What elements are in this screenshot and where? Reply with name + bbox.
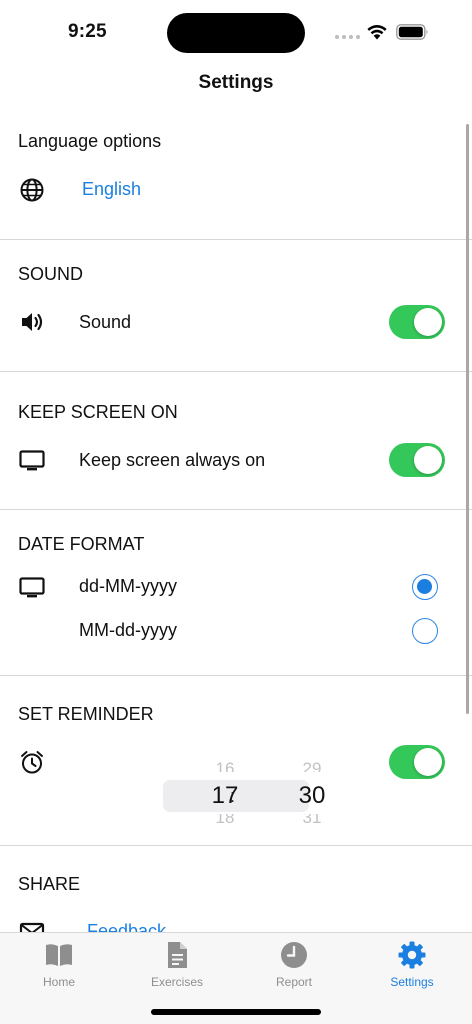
share-section-title: SHARE (18, 874, 81, 894)
tab-report[interactable]: Report (244, 939, 344, 989)
battery-icon (396, 24, 428, 40)
sound-section-title: SOUND (18, 264, 84, 284)
language-value-link[interactable]: English (82, 179, 141, 200)
divider (0, 509, 472, 510)
tab-label: Settings (390, 975, 434, 989)
settings-list[interactable]: Language options English SOUND Sound KEE… (0, 112, 472, 932)
tab-home[interactable]: Home (9, 939, 109, 989)
keep-screen-toggle[interactable] (389, 443, 445, 477)
globe-icon (18, 176, 46, 204)
cellular-signal-icon (335, 35, 360, 39)
hour-next: 18 (215, 814, 235, 827)
book-icon (46, 944, 72, 966)
dynamic-island (167, 13, 305, 53)
divider (0, 675, 472, 676)
tab-exercises[interactable]: Exercises (127, 939, 227, 989)
keep-screen-label: Keep screen always on (79, 450, 266, 470)
sound-toggle[interactable] (389, 305, 445, 339)
tab-label: Home (42, 975, 75, 989)
home-indicator (151, 1009, 321, 1015)
time-picker[interactable]: 16 17 18 : 29 30 31 (163, 758, 325, 834)
divider (0, 845, 472, 846)
speaker-icon (18, 308, 46, 336)
monitor-icon (18, 446, 46, 474)
tab-settings[interactable]: Settings (362, 939, 462, 989)
tab-label: Exercises (150, 975, 203, 989)
status-time: 9:25 (68, 21, 107, 42)
sound-label: Sound (79, 312, 132, 332)
wifi-icon (367, 25, 387, 40)
reminder-toggle[interactable] (389, 745, 445, 779)
divider (0, 371, 472, 372)
date-option-radio[interactable] (412, 618, 438, 644)
feedback-link[interactable]: Feedback (87, 921, 166, 932)
hour-current: 17 (211, 782, 239, 809)
divider (0, 239, 472, 240)
language-section-title: Language options (18, 131, 162, 151)
minute-next: 31 (302, 814, 322, 827)
tab-label: Report (275, 975, 313, 989)
keep-screen-section-title: KEEP SCREEN ON (18, 402, 178, 422)
alarm-clock-icon (18, 748, 46, 776)
mail-icon (18, 918, 46, 932)
minute-current: 30 (298, 782, 326, 809)
date-option-label[interactable]: dd-MM-yyyy (79, 576, 177, 597)
hour-prev: 16 (215, 759, 235, 772)
date-option-label[interactable]: MM-dd-yyyy (79, 620, 177, 641)
minute-prev: 29 (302, 759, 322, 772)
page-title: Settings (198, 72, 274, 93)
scrollbar[interactable] (466, 124, 469, 714)
gear-icon (398, 941, 426, 969)
date-format-section-title: DATE FORMAT (18, 534, 145, 554)
status-bar: 9:25 (0, 0, 472, 64)
reminder-section-title: SET REMINDER (18, 704, 154, 724)
clock-icon (281, 942, 307, 968)
date-option-radio-selected[interactable] (412, 574, 438, 600)
document-icon (168, 942, 187, 968)
time-separator: : (230, 786, 236, 806)
monitor-icon (18, 573, 46, 601)
